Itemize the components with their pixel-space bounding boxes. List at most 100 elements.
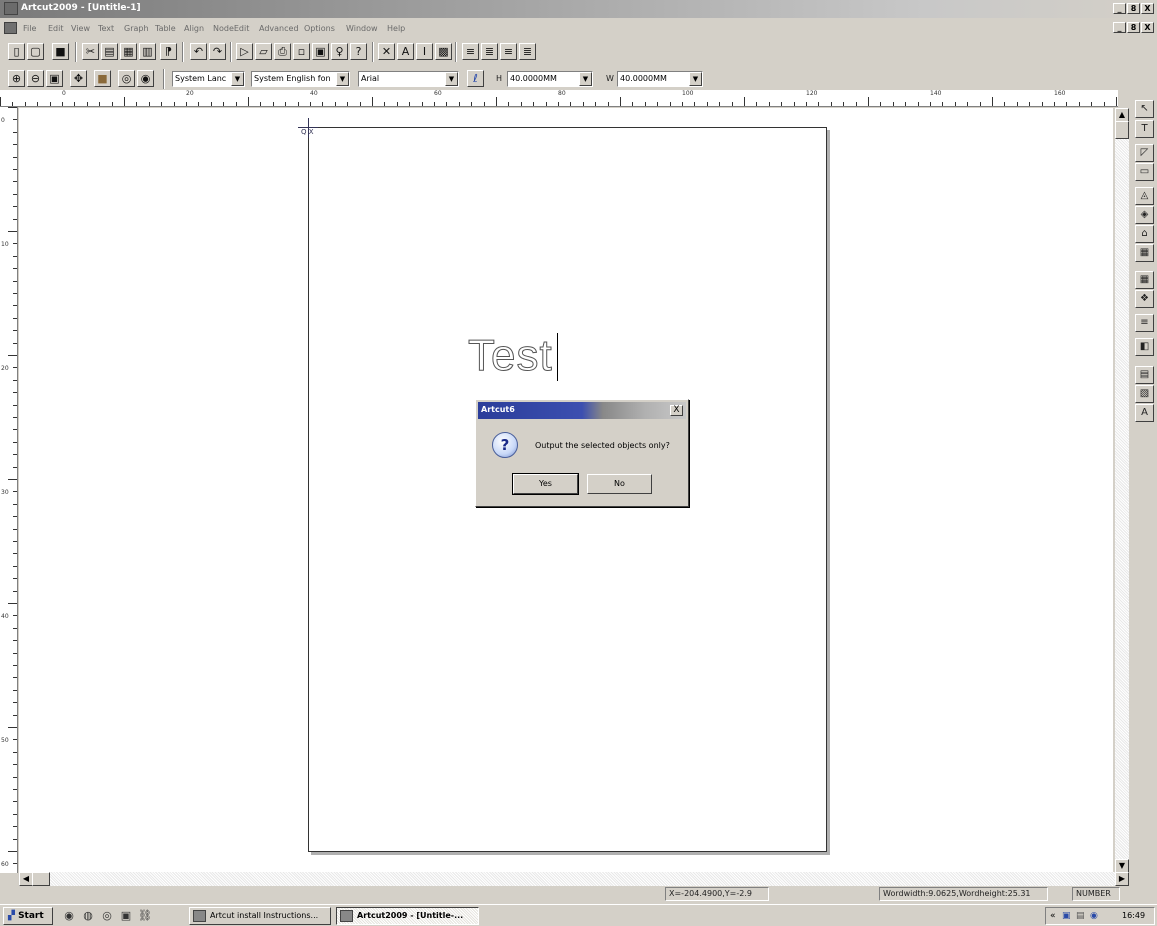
align-tool-icon[interactable]: ≡ (1135, 314, 1154, 332)
contour-icon[interactable]: ▧ (1135, 385, 1154, 403)
vertical-scrollbar[interactable]: ▲ ▼ (1115, 108, 1129, 873)
tray-app-icon[interactable]: ▤ (1076, 908, 1085, 924)
desktop-icon[interactable]: ▣ (119, 909, 133, 923)
font-style-icon[interactable]: ℓ (467, 70, 484, 87)
italic-icon[interactable]: I (416, 43, 433, 60)
menu-view[interactable]: View (71, 24, 90, 33)
fill-icon[interactable]: ■ (94, 70, 111, 87)
node-edit-icon[interactable]: ◸ (1135, 144, 1154, 162)
zoom-page-icon[interactable]: ◉ (137, 70, 154, 87)
text-a-icon[interactable]: A (397, 43, 414, 60)
zoom-window-icon[interactable]: ▣ (46, 70, 63, 87)
scroll-thumb[interactable] (32, 872, 50, 886)
menu-table[interactable]: Table (155, 24, 176, 33)
menu-nodeedit[interactable]: NodeEdit (213, 24, 249, 33)
special-icon[interactable]: ⁋ (160, 43, 177, 60)
align-left-icon[interactable]: ≡ (462, 43, 479, 60)
maximize-button[interactable]: 8 (1127, 3, 1140, 14)
chevron-down-icon[interactable]: ▼ (579, 72, 592, 86)
align-justify-icon[interactable]: ≣ (519, 43, 536, 60)
zoom-all-icon[interactable]: ◎ (118, 70, 135, 87)
scroll-right-icon[interactable]: ▶ (1115, 872, 1129, 886)
width-input[interactable]: 40.0000MM ▼ (617, 71, 703, 87)
tray-app-icon[interactable]: ▣ (1062, 908, 1071, 924)
menu-text[interactable]: Text (98, 24, 114, 33)
horizontal-scrollbar[interactable]: ◀ ▶ (19, 872, 1129, 886)
menu-graph[interactable]: Graph (124, 24, 149, 33)
menu-window[interactable]: Window (346, 24, 378, 33)
print-icon[interactable]: ⎙ (274, 43, 291, 60)
start-button[interactable]: ▞ Start (3, 907, 53, 925)
menu-align[interactable]: Align (184, 24, 204, 33)
yes-button[interactable]: Yes (512, 473, 579, 495)
tray-expand-icon[interactable]: « (1050, 908, 1056, 924)
text-tool-icon[interactable]: T (1135, 120, 1154, 138)
align-right-icon[interactable]: ≡ (500, 43, 517, 60)
grid-tool-icon[interactable]: ▦ (1135, 271, 1154, 289)
weed-icon[interactable]: ▤ (1135, 366, 1154, 384)
language-select[interactable]: System Lanc ▼ (172, 71, 245, 87)
pan-icon[interactable]: ✥ (70, 70, 87, 87)
scroll-left-icon[interactable]: ◀ (19, 872, 33, 886)
menu-edit[interactable]: Edit (48, 24, 64, 33)
dialog-title-bar[interactable]: Artcut6 X (478, 402, 686, 419)
menu-advanced[interactable]: Advanced (259, 24, 299, 33)
text-box-icon[interactable]: ▩ (435, 43, 452, 60)
cut-icon[interactable]: ✂ (82, 43, 99, 60)
redo-icon[interactable]: ↷ (209, 43, 226, 60)
scroll-thumb[interactable] (1115, 121, 1129, 139)
copy-icon[interactable]: ▤ (101, 43, 118, 60)
task-artcut2009[interactable]: Artcut2009 - [Untitle-... (336, 907, 479, 925)
fill-tool-icon[interactable]: ◬ (1135, 187, 1154, 205)
paste-icon[interactable]: ▦ (120, 43, 137, 60)
chevron-down-icon[interactable]: ▼ (689, 72, 702, 86)
text-fit-icon[interactable]: A (1135, 404, 1154, 422)
frame-icon[interactable]: ▣ (312, 43, 329, 60)
new-icon[interactable]: ▯ (8, 43, 25, 60)
table-icon[interactable]: ▦ (1135, 244, 1154, 262)
font-type-select[interactable]: System English fon ▼ (251, 71, 350, 87)
no-button[interactable]: No (587, 474, 652, 494)
scroll-up-icon[interactable]: ▲ (1115, 108, 1129, 122)
doc-maximize-button[interactable]: 8 (1127, 22, 1140, 33)
menu-help[interactable]: Help (387, 24, 405, 33)
layer-icon[interactable]: ◧ (1135, 338, 1154, 356)
document-icon[interactable] (4, 22, 17, 34)
chevron-down-icon[interactable]: ▼ (445, 72, 458, 86)
cutter-icon[interactable]: ▱ (255, 43, 272, 60)
save-icon[interactable]: ■ (52, 43, 69, 60)
shadow-icon[interactable]: ⌂ (1135, 225, 1154, 243)
close-button[interactable]: X (1141, 3, 1154, 14)
grid-icon[interactable]: ▥ (139, 43, 156, 60)
undo-icon[interactable]: ↶ (190, 43, 207, 60)
outline-icon[interactable]: ◈ (1135, 206, 1154, 224)
dialog-close-button[interactable]: X (670, 405, 683, 416)
task-artcut-instructions[interactable]: Artcut install Instructions... (189, 907, 331, 925)
zoom-out-icon[interactable]: ⊖ (27, 70, 44, 87)
app-icon[interactable] (4, 2, 18, 15)
zoom-in-icon[interactable]: ⊕ (8, 70, 25, 87)
font-select[interactable]: Arial ▼ (358, 71, 459, 87)
weld-icon[interactable]: ✕ (378, 43, 395, 60)
browser-icon[interactable]: ◉ (62, 909, 76, 923)
minimize-button[interactable]: _ (1113, 3, 1126, 14)
chevron-down-icon[interactable]: ▼ (231, 72, 244, 86)
pointer-icon[interactable]: ↖ (1135, 100, 1154, 118)
scroll-down-icon[interactable]: ▼ (1115, 859, 1129, 873)
help-icon[interactable]: ? (350, 43, 367, 60)
preview-icon[interactable]: ▫ (293, 43, 310, 60)
send-icon[interactable]: ▷ (236, 43, 253, 60)
open-icon[interactable]: ▢ (27, 43, 44, 60)
rectangle-icon[interactable]: ▭ (1135, 163, 1154, 181)
menu-options[interactable]: Options (304, 24, 335, 33)
doc-minimize-button[interactable]: _ (1113, 22, 1126, 33)
tray-network-icon[interactable]: ◉ (1090, 908, 1098, 924)
menu-file[interactable]: File (23, 24, 36, 33)
align-center-icon[interactable]: ≣ (481, 43, 498, 60)
media-icon[interactable]: ◍ (81, 909, 95, 923)
text-object[interactable]: Test (468, 331, 553, 381)
chevron-down-icon[interactable]: ▼ (336, 72, 349, 86)
paint-icon[interactable]: ❖ (1135, 290, 1154, 308)
height-input[interactable]: 40.0000MM ▼ (507, 71, 593, 87)
network-icon[interactable]: ⛓ (138, 909, 152, 923)
